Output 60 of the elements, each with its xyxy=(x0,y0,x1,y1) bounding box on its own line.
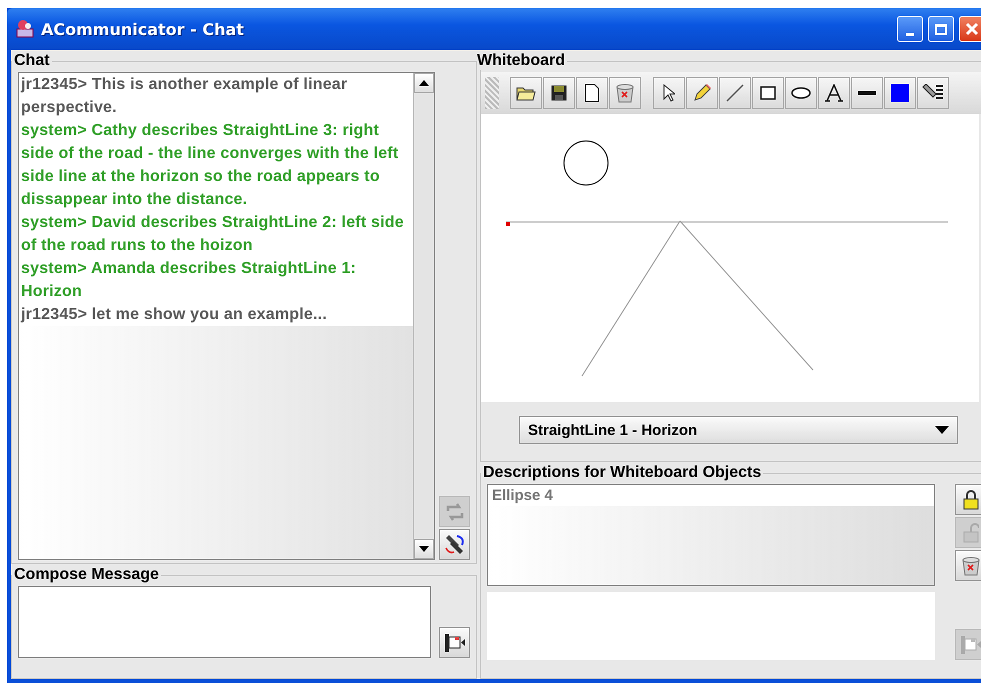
open-padlock-icon xyxy=(962,522,978,542)
object-dropdown[interactable]: StraightLine 1 - Horizon xyxy=(519,416,958,444)
line-tool-button[interactable] xyxy=(719,77,751,109)
scroll-up-button[interactable] xyxy=(414,73,434,93)
send-button[interactable] xyxy=(439,627,470,658)
scroll-down-button[interactable] xyxy=(414,539,434,559)
circle-shape xyxy=(564,140,608,186)
refresh-icon xyxy=(444,502,464,522)
close-icon xyxy=(963,20,981,38)
panel-title: Descriptions for Whiteboard Objects xyxy=(482,464,762,482)
rectangle-icon xyxy=(760,86,776,100)
window-title: ACommunicator - Chat xyxy=(41,20,244,38)
message-input[interactable] xyxy=(18,586,431,658)
delete-tool-button[interactable] xyxy=(609,77,641,109)
pen-tool-button[interactable] xyxy=(917,77,949,109)
toolbar-grip[interactable] xyxy=(485,77,499,109)
panel-title: Whiteboard xyxy=(476,52,566,70)
trash-can-icon xyxy=(960,556,980,576)
pens-button[interactable] xyxy=(439,529,470,560)
trash-can-icon xyxy=(615,83,635,103)
pencil-tool-button[interactable] xyxy=(686,77,718,109)
line-width-icon xyxy=(858,91,876,95)
app-icon xyxy=(15,19,35,39)
color-swatch-icon xyxy=(891,84,909,102)
down-arrow-icon xyxy=(419,546,429,552)
color-tool-button[interactable] xyxy=(884,77,916,109)
rectangle-tool-button[interactable] xyxy=(752,77,784,109)
open-tool-button[interactable] xyxy=(510,77,542,109)
panel-title: Compose Message xyxy=(13,566,160,584)
chat-message: system> Amanda describes StraightLine 1: Horizon xyxy=(19,257,413,303)
text-tool-button[interactable] xyxy=(818,77,850,109)
line-tool-icon xyxy=(726,84,744,102)
padlock-icon xyxy=(962,490,978,510)
pointer-tool-button[interactable] xyxy=(653,77,685,109)
close-button[interactable] xyxy=(959,16,981,42)
maximize-button[interactable] xyxy=(928,16,954,42)
chat-message: jr12345> This is another example of linear perspective. xyxy=(19,73,413,119)
send-icon xyxy=(960,634,981,654)
markers-icon xyxy=(444,534,466,556)
ellipse-icon xyxy=(791,87,811,99)
selection-handle xyxy=(506,222,510,226)
chat-message: jr12345> let me show you an example... xyxy=(19,303,413,326)
send-icon xyxy=(444,632,466,652)
chat-message: system> Cathy describes StraightLine 3: right side of the road - the line converges with the left side line at the horizon so the road appears to dissappear into the distance. xyxy=(19,119,413,211)
save-tool-button[interactable] xyxy=(543,77,575,109)
pointer-icon xyxy=(663,84,675,102)
pencil-icon xyxy=(693,84,711,102)
stroke-tool-button[interactable] xyxy=(851,77,883,109)
minimize-button[interactable] xyxy=(897,16,923,42)
letter-a-icon xyxy=(825,84,843,102)
panel-title: Chat xyxy=(13,52,51,70)
blank-page-icon xyxy=(585,84,599,102)
new-tool-button[interactable] xyxy=(576,77,608,109)
ellipse-tool-button[interactable] xyxy=(785,77,817,109)
lock-button[interactable] xyxy=(955,484,981,515)
pen-list-icon xyxy=(922,84,944,102)
delete-button[interactable] xyxy=(955,550,981,581)
up-arrow-icon xyxy=(419,80,429,86)
folder-icon xyxy=(516,85,536,101)
caret-icon xyxy=(935,426,949,434)
